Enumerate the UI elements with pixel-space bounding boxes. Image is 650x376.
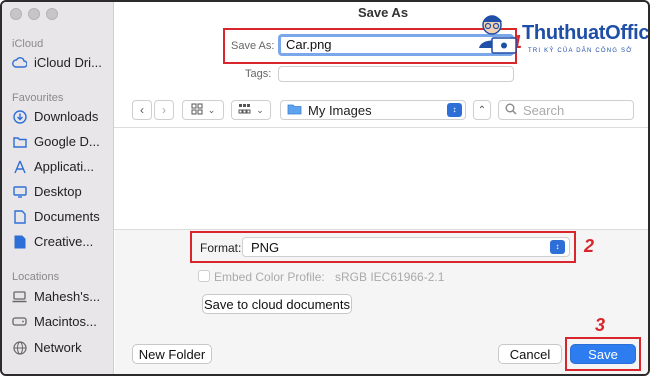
sidebar-item-label: Mahesh's...: [34, 289, 101, 304]
mascot-icon: [479, 15, 517, 54]
cancel-button[interactable]: Cancel: [498, 344, 562, 364]
new-folder-button[interactable]: New Folder: [132, 344, 212, 364]
globe-icon: [12, 340, 27, 355]
group-button[interactable]: ⌄: [231, 100, 271, 120]
sidebar-item-applications[interactable]: Applicati...: [12, 159, 94, 174]
sidebar-item-label: iCloud Dri...: [34, 55, 102, 70]
chevron-down-icon: ⌄: [256, 104, 264, 115]
embed-profile-checkbox[interactable]: [198, 270, 210, 282]
sidebar-item-macintosh[interactable]: Macintos...: [12, 314, 97, 329]
sidebar-item-desktop[interactable]: Desktop: [12, 184, 82, 199]
step-number-2: 2: [584, 236, 595, 256]
options-divider: [114, 229, 648, 230]
embed-profile-label: Embed Color Profile:: [214, 270, 325, 284]
watermark-tagline: TRI KỶ CỦA DÂN CÔNG SỞ: [528, 48, 633, 54]
minimize-window-button[interactable]: [28, 8, 40, 20]
chevron-down-icon: ⌄: [207, 104, 216, 115]
location-value: My Images: [308, 102, 372, 118]
laptop-icon: [12, 289, 27, 304]
sidebar: iCloud iCloud Dri... Favourites Download…: [2, 2, 114, 374]
sidebar-item-label: Documents: [34, 209, 100, 224]
sidebar-item-label: Macintos...: [34, 314, 97, 329]
search-placeholder: Search: [523, 102, 565, 118]
chevron-left-icon: ‹: [140, 103, 144, 117]
tags-field[interactable]: [278, 66, 514, 82]
sidebar-item-google-drive[interactable]: Google D...: [12, 134, 100, 149]
up-down-arrows-icon: ↕: [447, 103, 462, 117]
file-icon: [12, 234, 27, 249]
highlight-box-2: [190, 231, 576, 263]
zoom-window-button[interactable]: [46, 8, 58, 20]
search-icon: [505, 103, 517, 118]
toolbar-divider: [114, 127, 648, 128]
location-popup[interactable]: My Images ↕: [280, 100, 466, 120]
sidebar-item-downloads[interactable]: Downloads: [12, 109, 98, 124]
watermark-logo: ThuthuatOffice TRI KỶ CỦA DÂN CÔNG SỞ: [472, 12, 650, 60]
sidebar-section-icloud: iCloud: [12, 38, 44, 50]
desktop-icon: [12, 184, 27, 199]
view-mode-button[interactable]: ⌄: [182, 100, 224, 120]
sidebar-item-documents[interactable]: Documents: [12, 209, 100, 224]
folder-icon: [12, 134, 27, 149]
applications-icon: [12, 159, 27, 174]
sidebar-section-favourites: Favourites: [12, 92, 64, 104]
forward-button[interactable]: ›: [154, 100, 174, 120]
sidebar-item-icloud-drive[interactable]: iCloud Dri...: [12, 55, 102, 70]
sidebar-item-label: Creative...: [34, 234, 94, 249]
chevron-right-icon: ›: [162, 103, 166, 117]
documents-icon: [12, 209, 27, 224]
search-field[interactable]: Search: [498, 100, 634, 120]
back-button[interactable]: ‹: [132, 100, 152, 120]
step-number-3: 3: [595, 315, 606, 335]
download-icon: [12, 109, 27, 124]
sidebar-item-label: Desktop: [34, 184, 82, 199]
chevron-up-icon: ⌃: [477, 104, 487, 116]
sidebar-section-locations: Locations: [12, 271, 60, 283]
close-window-button[interactable]: [10, 8, 22, 20]
sidebar-item-network[interactable]: Network: [12, 340, 82, 355]
watermark-brand: ThuthuatOffice: [522, 22, 650, 44]
collapse-button[interactable]: ⌃: [473, 100, 491, 120]
tags-label: Tags:: [245, 68, 272, 80]
folder-icon: [287, 103, 302, 118]
sidebar-item-creative[interactable]: Creative...: [12, 234, 93, 249]
sidebar-item-label: Downloads: [34, 109, 99, 124]
cloud-icon: [12, 55, 27, 70]
sidebar-item-label: Google D...: [34, 134, 100, 149]
grid-icon: [191, 103, 203, 118]
embed-profile-value: sRGB IEC61966-2.1: [335, 270, 445, 284]
sidebar-item-label: Network: [34, 340, 82, 355]
save-as-dialog: iCloud iCloud Dri... Favourites Download…: [0, 0, 650, 376]
window-controls: [10, 8, 58, 20]
disk-icon: [12, 314, 27, 329]
save-to-cloud-button[interactable]: Save to cloud documents: [202, 294, 352, 314]
highlight-box-3: [565, 337, 641, 371]
sidebar-item-label: Applicati...: [34, 159, 94, 174]
sidebar-item-maheshs[interactable]: Mahesh's...: [12, 289, 100, 304]
group-grid-icon: [238, 103, 251, 118]
